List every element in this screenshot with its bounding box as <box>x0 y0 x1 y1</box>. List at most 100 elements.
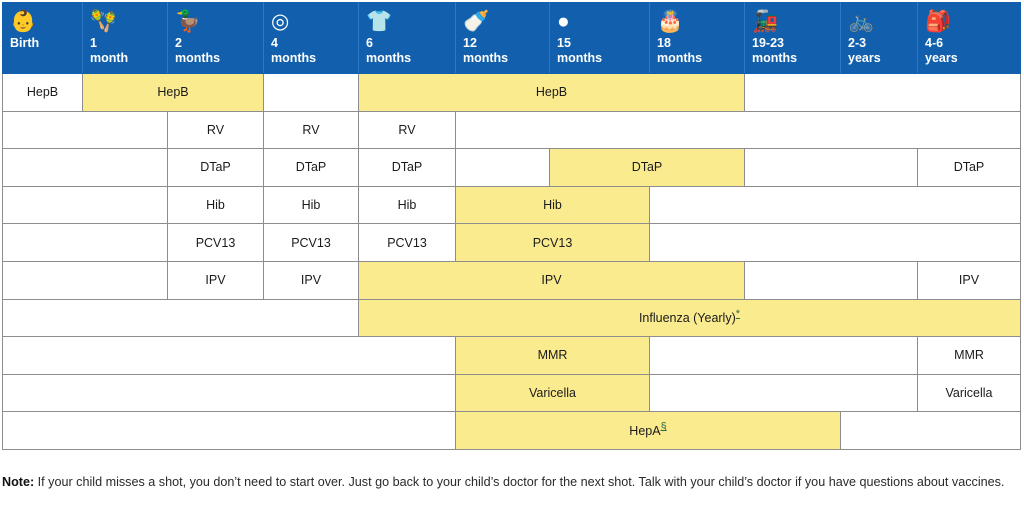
age-column-header-18-months: 🎂 18 months <box>649 2 745 74</box>
vaccine-cell-dtap[interactable]: DTaP <box>358 148 456 187</box>
vaccine-label: Influenza (Yearly) <box>638 310 736 325</box>
note-text: If your child misses a shot, you don’t n… <box>34 475 1005 489</box>
vaccine-cell-hib[interactable]: Hib <box>167 185 264 225</box>
vaccine-cell-rv[interactable]: RV <box>167 110 264 150</box>
vaccine-label: DTaP <box>953 160 985 175</box>
empty-cell <box>649 185 1021 225</box>
age-column-header-6-months: 👕 6 months <box>358 2 456 74</box>
age-column-header-2-months: 🦆 2 months <box>167 2 264 74</box>
age-column-label: 12 months <box>463 36 509 65</box>
empty-cell <box>263 73 359 112</box>
vaccine-label: IPV <box>958 273 980 288</box>
vaccine-cell-mmr[interactable]: MMR <box>455 336 650 375</box>
table-row: HepB HepB HepB <box>2 73 1021 112</box>
empty-cell <box>744 260 918 300</box>
vaccine-cell-hepa[interactable]: HepA§ <box>455 411 841 450</box>
empty-cell <box>744 148 918 187</box>
empty-cell <box>744 73 1021 112</box>
table-row: RV RV RV <box>2 110 1021 150</box>
table-row: DTaP DTaP DTaP DTaP DTaP <box>2 148 1021 187</box>
vaccine-label: PCV13 <box>387 235 427 250</box>
vaccine-cell-hib[interactable]: Hib <box>455 185 650 225</box>
vaccine-label: Varicella <box>945 386 993 401</box>
footnote-reference-link[interactable]: § <box>661 420 667 432</box>
vaccine-cell-dtap[interactable]: DTaP <box>263 148 359 187</box>
rubber-duck-icon: 🦆 <box>175 10 202 33</box>
vaccine-cell-hepb[interactable]: HepB <box>2 73 83 112</box>
vaccine-cell-pcv13[interactable]: PCV13 <box>358 223 456 262</box>
vaccine-cell-rv[interactable]: RV <box>358 110 456 150</box>
age-column-header-1-month: 🪇 1 month <box>82 2 168 74</box>
age-column-label: 18 months <box>657 36 703 65</box>
vaccine-cell-mmr[interactable]: MMR <box>917 336 1021 375</box>
vaccine-cell-dtap[interactable]: DTaP <box>917 148 1021 187</box>
footnote-reference-link[interactable]: * <box>736 308 740 320</box>
vaccine-cell-ipv[interactable]: IPV <box>167 260 264 300</box>
table-row: MMR MMR <box>2 336 1021 375</box>
vaccine-label: Hib <box>301 198 321 213</box>
empty-cell <box>2 373 456 413</box>
vaccine-label: MMR <box>954 348 984 363</box>
rattle-icon: 🪇 <box>90 10 117 33</box>
vaccine-label: HepA <box>629 423 661 438</box>
vaccine-cell-pcv13[interactable]: PCV13 <box>167 223 264 262</box>
ball-icon: ● <box>557 10 570 33</box>
backpack-icon: 🎒 <box>925 10 952 33</box>
age-column-label: 15 months <box>557 36 603 65</box>
vaccine-cell-pcv13[interactable]: PCV13 <box>263 223 359 262</box>
table-row: HepA§ <box>2 411 1021 450</box>
vaccine-label: Hib <box>206 198 225 213</box>
empty-cell <box>2 148 168 187</box>
age-column-header-4-6-years: 🎒 4-6 years <box>917 2 1021 74</box>
bib-icon: 👕 <box>366 10 393 33</box>
toy-train-icon: 🚂 <box>752 10 779 33</box>
vaccine-cell-hepb[interactable]: HepB <box>358 73 745 112</box>
age-column-header-2-3-years: 🚲 2-3 years <box>840 2 918 74</box>
vaccine-cell-rv[interactable]: RV <box>263 110 359 150</box>
vaccine-cell-influenza[interactable]: Influenza (Yearly)* <box>358 298 1021 338</box>
note-label: Note: <box>2 475 35 489</box>
vaccine-cell-dtap[interactable]: DTaP <box>167 148 264 187</box>
stacking-rings-icon: 🎂 <box>657 10 684 33</box>
empty-cell <box>2 260 168 300</box>
vaccine-label: IPV <box>205 273 226 288</box>
vaccine-cell-hib[interactable]: Hib <box>263 185 359 225</box>
age-column-header-15-months: ● 15 months <box>549 2 650 74</box>
empty-cell <box>2 110 168 150</box>
vaccine-cell-ipv[interactable]: IPV <box>358 260 745 300</box>
vaccine-label: RV <box>206 122 225 137</box>
vaccine-label: HepB <box>535 85 568 100</box>
age-column-label: 2-3 years <box>848 36 881 65</box>
vaccine-cell-ipv[interactable]: IPV <box>917 260 1021 300</box>
empty-cell <box>840 411 1021 450</box>
age-header-row: 👶 Birth 🪇 1 month 🦆 2 months ◎ 4 months 👕 6 month… <box>2 2 1021 74</box>
vaccine-label: IPV <box>541 273 562 288</box>
vaccine-cell-dtap[interactable]: DTaP <box>549 148 745 187</box>
vaccine-cell-varicella[interactable]: Varicella <box>455 373 650 413</box>
table-row: Varicella Varicella <box>2 373 1021 413</box>
vaccine-label: Hib <box>543 198 562 213</box>
vaccine-label: RV <box>398 122 416 137</box>
empty-cell <box>649 373 918 413</box>
vaccine-label: DTaP <box>200 160 231 175</box>
vaccine-label: DTaP <box>391 160 423 175</box>
table-row: Influenza (Yearly)* <box>2 298 1021 338</box>
vaccine-label: DTaP <box>631 160 663 175</box>
table-row: IPV IPV IPV IPV <box>2 260 1021 300</box>
vaccine-cell-hepb[interactable]: HepB <box>82 73 264 112</box>
vaccine-cell-ipv[interactable]: IPV <box>263 260 359 300</box>
tricycle-icon: 🚲 <box>848 10 875 33</box>
age-column-label: 4-6 years <box>925 36 958 65</box>
vaccine-cell-hib[interactable]: Hib <box>358 185 456 225</box>
vaccine-cell-pcv13[interactable]: PCV13 <box>455 223 650 262</box>
empty-cell <box>2 336 456 375</box>
vaccine-label: MMR <box>537 348 568 363</box>
vaccine-label: HepB <box>157 85 189 100</box>
schedule-note: Note: If your child misses a shot, you d… <box>2 472 1016 492</box>
age-column-label: 6 months <box>366 36 412 65</box>
age-column-header-4-months: ◎ 4 months <box>263 2 359 74</box>
vaccine-cell-varicella[interactable]: Varicella <box>917 373 1021 413</box>
table-row: PCV13 PCV13 PCV13 PCV13 <box>2 223 1021 262</box>
empty-cell <box>2 298 359 338</box>
vaccine-label: DTaP <box>295 160 327 175</box>
